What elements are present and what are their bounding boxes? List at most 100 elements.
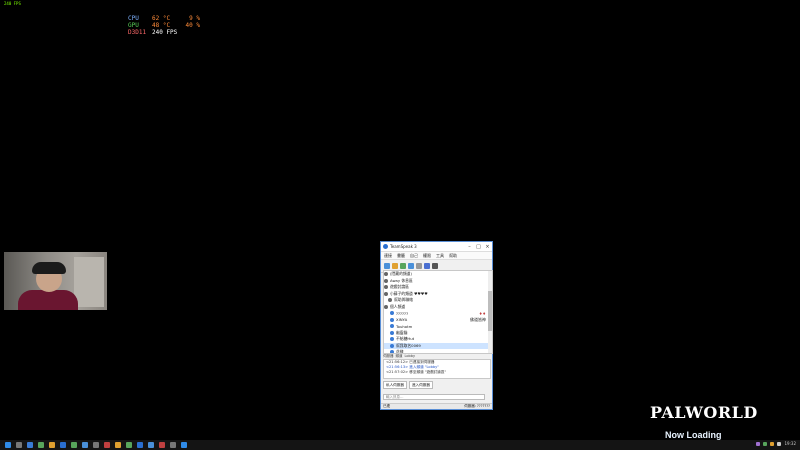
start-icon[interactable] — [5, 442, 11, 448]
tree-item-label: 幫助與聯絡 — [394, 297, 413, 303]
bookmark-icon[interactable] — [416, 263, 422, 269]
app-icon[interactable] — [148, 442, 154, 448]
user-icon — [390, 337, 394, 342]
search-icon[interactable] — [16, 442, 22, 448]
tree-item-label: ?????? — [396, 310, 409, 316]
channel-tree[interactable]: (隱藏的頻道) Away 休息區 遊戲討論區 小蘇子的頻道 ♥♥♥♥ 幫助與聯絡… — [383, 270, 493, 354]
tree-item-label: (隱藏的頻道) — [390, 271, 412, 277]
app-icon[interactable] — [71, 442, 77, 448]
app-icon[interactable] — [38, 442, 44, 448]
channel-icon — [384, 272, 388, 277]
clock[interactable]: 19:32 — [784, 441, 796, 446]
app-icon[interactable] — [137, 442, 143, 448]
server-tab[interactable]: 私人伺服器 — [383, 381, 407, 389]
tree-item-label: 幽靈貓 — [396, 329, 408, 335]
chat-log[interactable]: <21:56:12> 已連接到伺服器 <21:56:13> 進入頻道 "Lobb… — [383, 359, 491, 379]
minimize-button[interactable]: – — [465, 244, 474, 250]
server-tab[interactable]: 進入伺服器 — [408, 381, 433, 389]
channel-icon — [388, 298, 392, 303]
app-icon[interactable] — [181, 442, 187, 448]
menu-item[interactable]: 書籤 — [397, 253, 405, 259]
taskview-icon[interactable] — [27, 442, 33, 448]
away-icon[interactable] — [392, 263, 398, 269]
fps-counter: 240 FPS — [4, 1, 21, 6]
menu-item[interactable]: 幫助 — [449, 253, 457, 259]
webcam-shelf — [74, 257, 104, 307]
osd-value — [180, 29, 200, 36]
window-title: TeamSpeak 3 — [390, 244, 417, 249]
app-icon[interactable] — [115, 442, 121, 448]
osd-label: D3D11 — [128, 29, 147, 36]
connect-icon[interactable] — [384, 263, 390, 269]
app-icon[interactable] — [104, 442, 110, 448]
app-icon[interactable] — [82, 442, 88, 448]
app-icon[interactable] — [126, 442, 132, 448]
chat-input[interactable]: 輸入訊息… — [383, 394, 485, 400]
close-button[interactable]: × — [483, 244, 492, 250]
channel-icon — [384, 304, 388, 309]
hardware-monitor-overlay: CPU 62 °C 9 % GPU 48 °C 40 % D3D11 240 F… — [128, 15, 200, 36]
microphone-icon[interactable] — [400, 263, 406, 269]
tree-item-label: 小蘇子的頻道 ♥♥♥♥ — [390, 290, 428, 296]
tree-item-label: XINYA — [396, 317, 408, 323]
menu-bar: 連接 書籤 自己 權限 工具 幫助 — [381, 252, 492, 260]
settings-icon[interactable] — [432, 263, 438, 269]
menu-item[interactable]: 權限 — [423, 253, 431, 259]
osd-label: CPU — [128, 15, 139, 22]
webcam-person-cap — [32, 262, 66, 274]
app-icon[interactable] — [93, 442, 99, 448]
tree-item-badge: ♦♦ — [478, 310, 486, 316]
user-icon — [390, 330, 394, 335]
webcam-person-body — [18, 290, 78, 310]
osd-value: 9 % — [189, 15, 200, 22]
subscribe-icon[interactable] — [424, 263, 430, 269]
game-logo: PALWORLD — [650, 403, 758, 422]
user-icon — [390, 324, 394, 329]
teamspeak-window[interactable]: TeamSpeak 3 – □ × 連接 書籤 自己 權限 工具 幫助 (隱藏的… — [380, 241, 493, 410]
osd-row-cpu: CPU 62 °C 9 % — [128, 15, 200, 22]
app-icon[interactable] — [60, 442, 66, 448]
tray-icon[interactable] — [770, 441, 775, 446]
chat-line: <21:57:02> 移至頻道 "遊戲討論區" — [386, 370, 447, 374]
user-icon — [390, 317, 394, 322]
volume-icon[interactable] — [777, 441, 782, 446]
user-icon — [390, 311, 394, 316]
tree-item-label: Touhotm — [396, 323, 413, 329]
osd-value: 62 °C — [152, 15, 171, 22]
tree-scrollbar[interactable] — [488, 271, 492, 353]
loading-text: Now Loading — [665, 430, 722, 440]
osd-value: 240 FPS — [152, 29, 178, 36]
menu-item[interactable]: 連接 — [384, 253, 392, 259]
menu-item[interactable]: 自己 — [410, 253, 418, 259]
status-right: 伺服器: ??????? — [464, 404, 490, 408]
channel-icon — [384, 278, 388, 283]
menu-item[interactable]: 工具 — [436, 253, 444, 259]
osd-value: 48 °C — [152, 22, 171, 29]
maximize-button[interactable]: □ — [474, 244, 483, 250]
osd-row-gpu: GPU 48 °C 40 % — [128, 22, 200, 29]
tree-item-label: 遊戲討論區 — [390, 284, 409, 290]
status-bar: 已連 伺服器: ??????? — [381, 403, 492, 409]
title-bar[interactable]: TeamSpeak 3 – □ × — [381, 242, 492, 252]
channel-icon — [384, 285, 388, 290]
tray-icon[interactable] — [756, 441, 761, 446]
speaker-icon[interactable] — [408, 263, 414, 269]
osd-row-api: D3D11 240 FPS — [128, 29, 200, 36]
server-tab-strip: 私人伺服器 進入伺服器 — [383, 381, 491, 389]
app-icon[interactable] — [170, 442, 176, 448]
tree-item-label: 不給糖Hut — [396, 336, 415, 342]
scrollbar-thumb[interactable] — [488, 291, 492, 331]
webcam-overlay — [4, 252, 107, 310]
app-icon[interactable] — [49, 442, 55, 448]
channel-icon — [384, 291, 388, 296]
user-icon — [390, 343, 394, 348]
status-left: 已連 — [383, 404, 390, 408]
app-icon[interactable] — [159, 442, 165, 448]
tree-item-label: 幫我取名0069 — [396, 342, 421, 348]
taskbar — [0, 440, 800, 450]
osd-value: 40 % — [185, 22, 200, 29]
tray-icon[interactable] — [763, 441, 768, 446]
system-tray: 19:32 — [756, 441, 796, 446]
osd-label: GPU — [128, 22, 139, 29]
tree-item-badge: 佛道皆神 — [470, 316, 486, 322]
